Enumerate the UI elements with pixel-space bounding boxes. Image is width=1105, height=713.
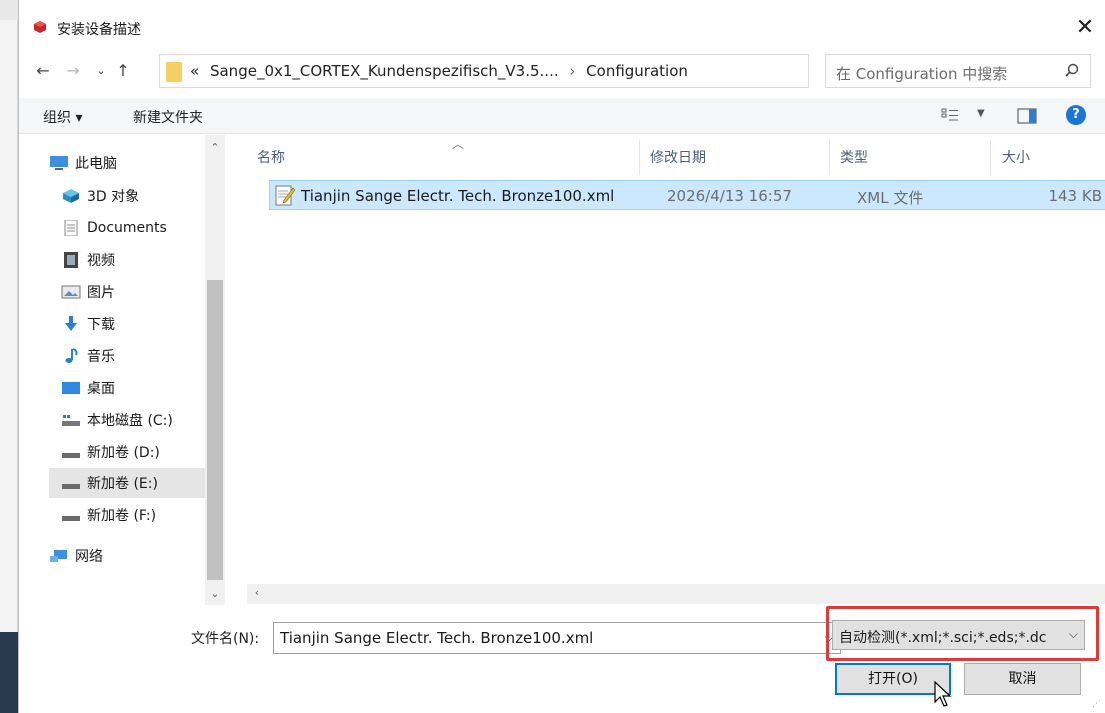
up-arrow-icon[interactable]: ↑ <box>113 60 133 82</box>
breadcrumb-overflow[interactable]: « <box>190 62 199 80</box>
column-header-modified[interactable]: 修改日期 <box>650 147 706 167</box>
view-options-icon[interactable] <box>941 108 959 122</box>
breadcrumb-item-current[interactable]: Configuration <box>586 62 688 80</box>
column-divider[interactable] <box>829 140 830 175</box>
nav-label: 新加卷 (F:) <box>87 508 157 524</box>
preview-pane-icon[interactable] <box>1017 108 1037 124</box>
navigation-pane: 此电脑 3D 对象 Documents 视频 图片 下载 音乐 桌面 本地磁盘 … <box>19 135 225 605</box>
file-open-dialog: 安装设备描述 ✕ ← → ⌄ ↑ « Sange_0x1_CORTEX_Kund… <box>18 0 1105 713</box>
address-row: ← → ⌄ ↑ « Sange_0x1_CORTEX_Kundenspezifi… <box>19 52 1105 92</box>
nav-label: 桌面 <box>87 381 115 397</box>
scroll-up-arrow-icon[interactable]: ⌃ <box>205 141 225 154</box>
desktop-icon <box>62 382 80 394</box>
nav-label: 新加卷 (E:) <box>87 476 158 492</box>
nav-label: 视频 <box>87 253 115 269</box>
scroll-right-arrow-icon[interactable]: › <box>1098 586 1105 599</box>
folder-icon <box>166 62 182 82</box>
new-folder-button[interactable]: 新建文件夹 <box>133 107 203 127</box>
breadcrumb: « Sange_0x1_CORTEX_Kundenspezifisch_V3.5… <box>190 62 688 80</box>
forward-arrow-icon[interactable]: → <box>63 60 83 82</box>
drive-icon <box>62 453 80 458</box>
column-header-size[interactable]: 大小 <box>1002 147 1030 167</box>
cancel-button[interactable]: 取消 <box>964 663 1081 695</box>
documents-icon <box>64 220 78 236</box>
breadcrumb-item-folder[interactable]: Sange_0x1_CORTEX_Kundenspezifisch_V3.5..… <box>210 62 559 80</box>
nav-scrollbar[interactable]: ⌃ ⌄ <box>205 135 225 605</box>
pictures-icon <box>61 285 81 299</box>
nav-label: Documents <box>87 220 167 236</box>
recent-locations-chevron-icon[interactable]: ⌄ <box>91 60 111 82</box>
scroll-down-arrow-icon[interactable]: ⌄ <box>205 587 225 600</box>
column-divider[interactable] <box>639 140 640 175</box>
nav-label: 此电脑 <box>75 156 117 172</box>
local-disk-icon <box>62 415 80 426</box>
file-type-dropdown-icon[interactable]: ⌵ <box>1069 627 1078 642</box>
background-window-edge <box>0 0 18 713</box>
filename-input[interactable]: Tianjin Sange Electr. Tech. Bronze100.xm… <box>273 622 841 654</box>
nav-scroll-thumb[interactable] <box>207 280 223 580</box>
music-icon <box>65 348 78 363</box>
mouse-cursor-icon <box>934 680 952 707</box>
search-icon[interactable] <box>1064 62 1080 78</box>
resize-grip-icon[interactable]: ⋰ <box>1092 699 1101 709</box>
nav-item-this-pc[interactable]: 此电脑 <box>49 148 219 178</box>
file-list: ︿ 名称 修改日期 类型 大小 Tianjin Sange Electr. Te… <box>247 135 1105 587</box>
scroll-left-arrow-icon[interactable]: ‹ <box>247 586 267 599</box>
nav-label: 本地磁盘 (C:) <box>87 413 173 429</box>
video-icon <box>64 252 78 268</box>
help-icon[interactable]: ? <box>1066 105 1086 125</box>
nav-label: 下载 <box>87 317 115 333</box>
app-icon <box>34 21 46 33</box>
back-arrow-icon[interactable]: ← <box>33 60 53 82</box>
column-header-type[interactable]: 类型 <box>840 147 868 167</box>
3d-objects-icon <box>63 189 79 203</box>
breadcrumb-separator-icon: › <box>569 62 576 80</box>
command-bar: 组织 ▾ 新建文件夹 ▼ ? <box>19 98 1105 134</box>
download-icon <box>65 316 77 331</box>
nav-label: 网络 <box>75 549 103 565</box>
horizontal-scrollbar[interactable]: ‹ › <box>247 584 1105 604</box>
table-row[interactable]: Tianjin Sange Electr. Tech. Bronze100.xm… <box>269 180 1105 210</box>
filename-label: 文件名(N): <box>191 631 260 647</box>
window-title: 安装设备描述 <box>57 22 141 38</box>
drive-icon <box>62 484 80 489</box>
file-name: Tianjin Sange Electr. Tech. Bronze100.xm… <box>301 187 615 205</box>
nav-label: 3D 对象 <box>87 189 140 205</box>
file-type-value: 自动检测(*.xml;*.sci;*.eds;*.dc <box>839 630 1047 646</box>
title-bar: 安装设备描述 ✕ <box>19 0 1105 44</box>
nav-label: 图片 <box>87 285 115 301</box>
sort-caret-icon: ︿ <box>452 137 465 151</box>
search-input[interactable]: 在 Configuration 中搜索 <box>825 54 1091 88</box>
nav-item-network[interactable]: 网络 <box>49 541 219 571</box>
file-modified: 2026/4/13 16:57 <box>667 187 792 205</box>
organize-menu[interactable]: 组织 ▾ <box>43 107 82 127</box>
address-bar[interactable]: « Sange_0x1_CORTEX_Kundenspezifisch_V3.5… <box>159 54 937 88</box>
column-header-name[interactable]: 名称 <box>257 147 285 167</box>
computer-icon <box>50 156 68 170</box>
nav-item-drive-e[interactable]: 新加卷 (E:) <box>49 468 223 498</box>
filename-value: Tianjin Sange Electr. Tech. Bronze100.xm… <box>280 629 594 647</box>
close-button[interactable]: ✕ <box>1070 15 1100 43</box>
search-placeholder: 在 Configuration 中搜索 <box>836 65 1008 83</box>
file-type: XML 文件 <box>857 189 924 207</box>
network-icon <box>50 550 67 562</box>
file-size: 143 KB <box>1048 187 1102 205</box>
xml-file-icon <box>275 185 295 206</box>
file-type-select[interactable]: 自动检测(*.xml;*.sci;*.eds;*.dc ⌵ <box>832 620 1085 650</box>
column-divider[interactable] <box>990 140 991 175</box>
nav-label: 音乐 <box>87 349 115 365</box>
nav-label: 新加卷 (D:) <box>87 445 160 461</box>
drive-icon <box>62 516 80 521</box>
view-dropdown-icon[interactable]: ▼ <box>977 108 985 119</box>
